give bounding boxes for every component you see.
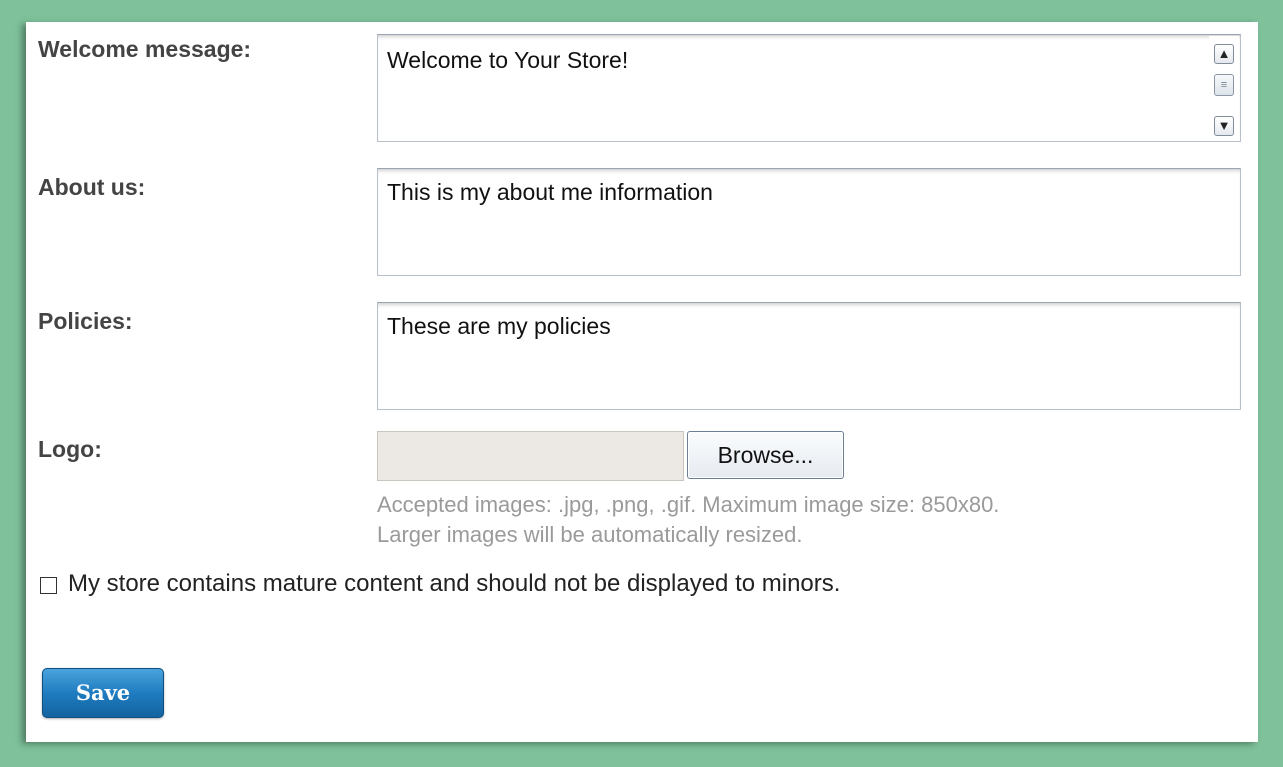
- welcome-message-textarea[interactable]: Welcome to Your Store! ▲ ≡ ▼: [377, 34, 1241, 142]
- window-frame: Welcome message: Welcome to Your Store! …: [0, 0, 1283, 767]
- scroll-thumb[interactable]: ≡: [1214, 74, 1234, 96]
- welcome-message-label: Welcome message:: [38, 36, 252, 62]
- browse-button[interactable]: Browse...: [687, 431, 844, 479]
- about-us-value: This is my about me information: [387, 179, 713, 205]
- store-settings-form: Welcome message: Welcome to Your Store! …: [26, 22, 1258, 742]
- scroll-up-button[interactable]: ▲: [1214, 44, 1234, 64]
- welcome-message-scrollbar[interactable]: ▲ ≡ ▼: [1209, 36, 1239, 140]
- policies-textarea[interactable]: These are my policies: [377, 302, 1241, 410]
- logo-file-field[interactable]: [377, 431, 684, 481]
- logo-hint-line2: Larger images will be automatically resi…: [377, 522, 803, 547]
- chevron-down-icon: ▼: [1217, 118, 1231, 133]
- logo-hint-line1: Accepted images: .jpg, .png, .gif. Maxim…: [377, 492, 1000, 517]
- save-button[interactable]: Save: [42, 668, 164, 718]
- mature-content-label[interactable]: My store contains mature content and sho…: [68, 570, 840, 598]
- about-us-textarea[interactable]: This is my about me information: [377, 168, 1241, 276]
- mature-content-checkbox[interactable]: [40, 577, 57, 594]
- grip-icon: ≡: [1220, 79, 1228, 91]
- logo-label: Logo:: [38, 436, 102, 462]
- about-us-label: About us:: [38, 174, 146, 200]
- policies-value: These are my policies: [387, 313, 611, 339]
- scroll-down-button[interactable]: ▼: [1214, 116, 1234, 136]
- chevron-up-icon: ▲: [1217, 46, 1231, 61]
- policies-label: Policies:: [38, 308, 133, 334]
- welcome-message-value: Welcome to Your Store!: [387, 47, 629, 73]
